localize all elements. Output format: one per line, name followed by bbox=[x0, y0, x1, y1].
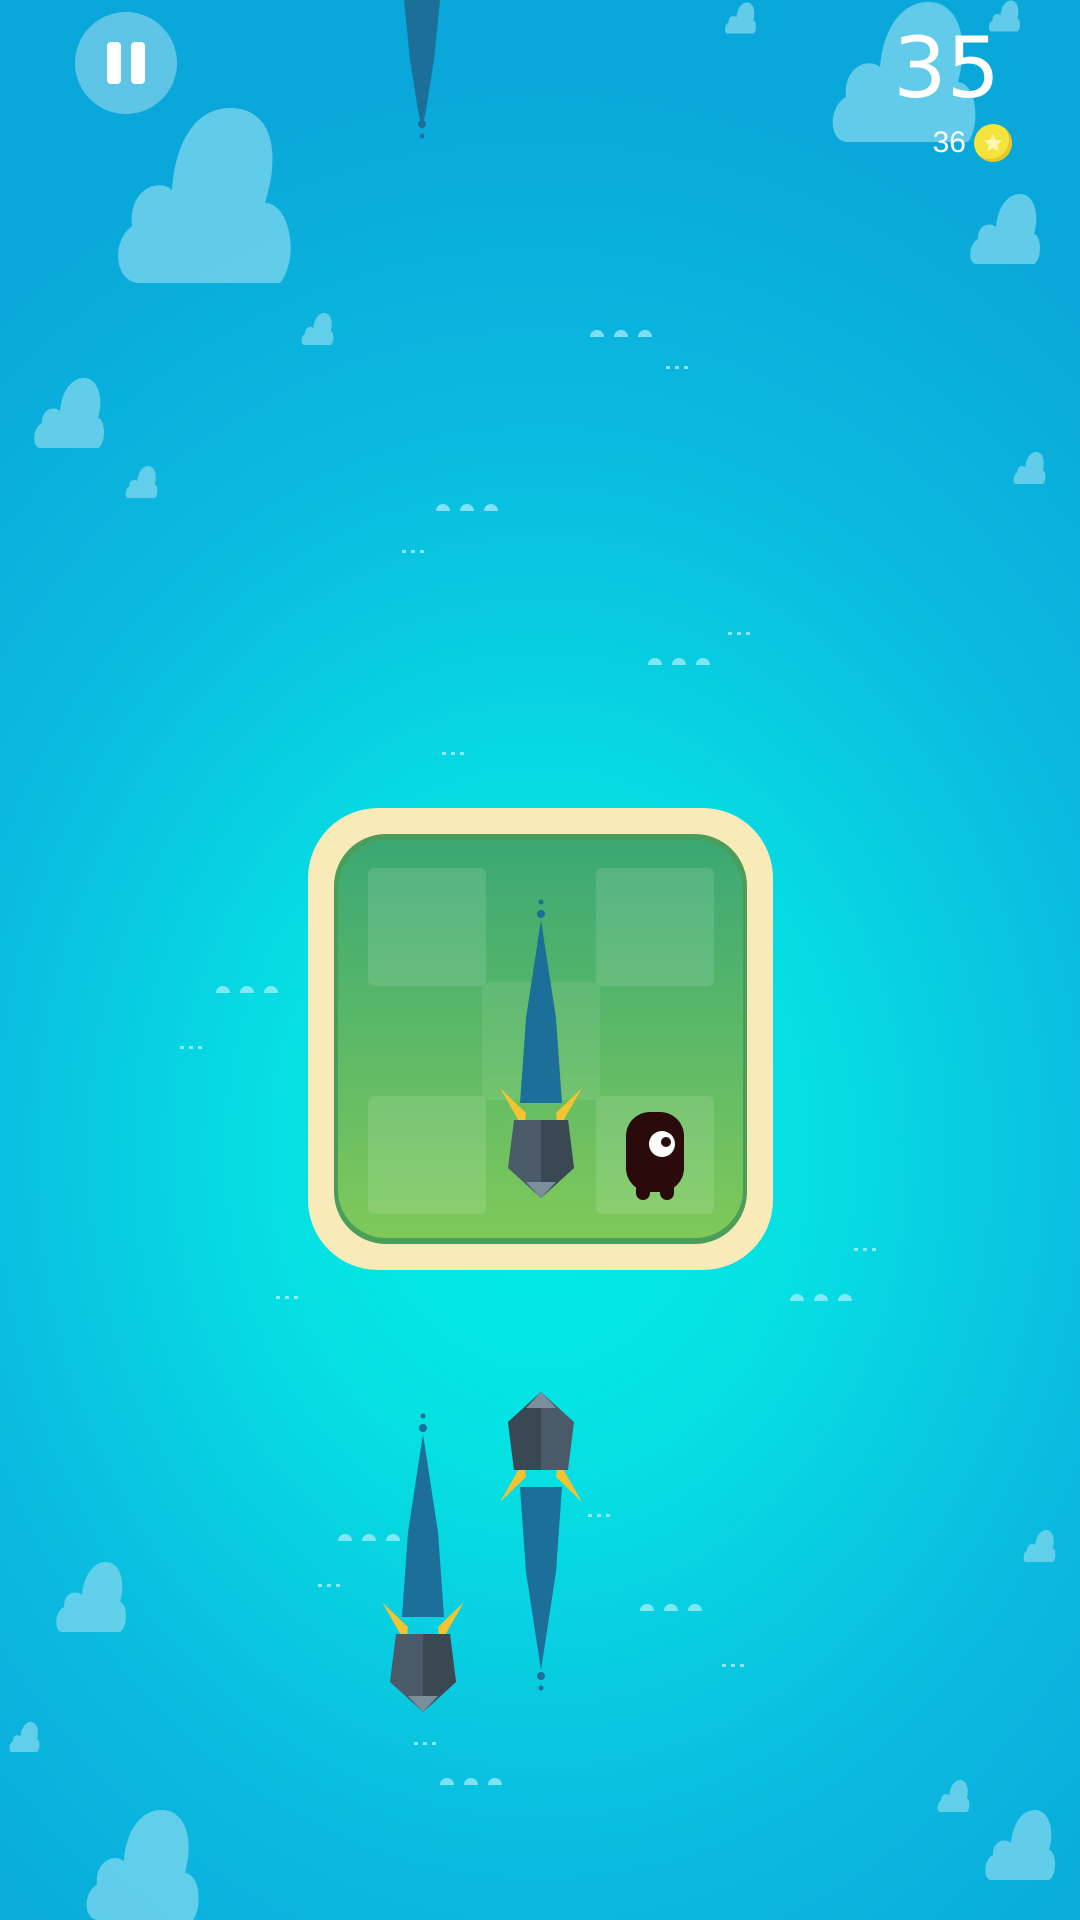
shark-wake bbox=[404, 0, 440, 139]
coin-counter: 36 bbox=[933, 124, 1012, 162]
ripple-dots bbox=[854, 1238, 881, 1256]
wave-marks bbox=[648, 652, 720, 670]
cloud-decoration bbox=[724, 2, 756, 34]
wave-marks bbox=[590, 324, 662, 342]
wave-marks bbox=[216, 980, 288, 998]
game-stage[interactable]: 35 36 bbox=[0, 0, 1080, 1920]
wave-marks bbox=[440, 1772, 512, 1790]
shark-enemy bbox=[500, 1392, 582, 1691]
ripple-dots bbox=[588, 1504, 615, 1522]
ripple-dots bbox=[180, 1036, 207, 1054]
ripple-dots bbox=[728, 622, 755, 640]
cloud-decoration bbox=[301, 313, 334, 345]
ripple-dots bbox=[276, 1286, 303, 1304]
star-coin-icon bbox=[974, 124, 1012, 162]
wave-marks bbox=[640, 1598, 712, 1616]
cloud-decoration bbox=[985, 1810, 1055, 1880]
pause-icon-bar bbox=[131, 42, 145, 84]
ripple-dots bbox=[402, 540, 429, 558]
cloud-decoration bbox=[9, 1722, 40, 1752]
cloud-decoration bbox=[937, 1780, 970, 1812]
cloud-decoration bbox=[125, 466, 158, 498]
player-character[interactable] bbox=[626, 1112, 684, 1200]
ripple-dots bbox=[666, 356, 693, 374]
score-counter: 35 bbox=[893, 19, 1000, 117]
wave-marks bbox=[436, 498, 508, 516]
shark-enemy bbox=[500, 899, 582, 1198]
ripple-dots bbox=[414, 1732, 441, 1750]
coin-count: 36 bbox=[932, 126, 966, 159]
cloud-decoration bbox=[1013, 452, 1046, 484]
pause-icon bbox=[107, 42, 121, 84]
ripple-dots bbox=[442, 742, 469, 760]
wave-marks bbox=[790, 1288, 862, 1306]
cloud-decoration bbox=[86, 1810, 199, 1920]
ripple-dots bbox=[722, 1654, 749, 1672]
ripple-dots bbox=[318, 1574, 345, 1592]
cloud-decoration bbox=[970, 194, 1040, 264]
cloud-decoration bbox=[118, 108, 291, 283]
cloud-decoration bbox=[34, 378, 104, 448]
pause-button[interactable] bbox=[75, 12, 177, 114]
cloud-decoration bbox=[1023, 1530, 1056, 1562]
cloud-decoration bbox=[56, 1562, 126, 1632]
shark-enemy bbox=[382, 1413, 464, 1712]
